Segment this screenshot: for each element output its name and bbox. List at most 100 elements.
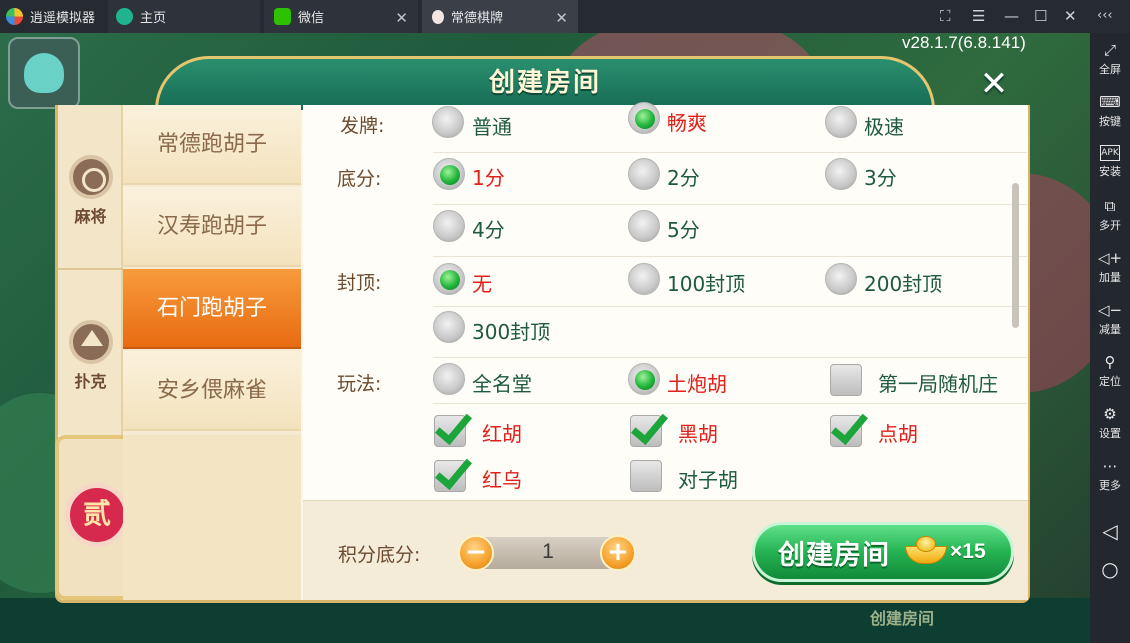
back-icon[interactable]: ◁ xyxy=(1090,519,1130,543)
sidebar-item-label: 更多 xyxy=(1099,479,1121,492)
spade-medal-icon xyxy=(68,320,113,364)
duizihu-checkbox[interactable] xyxy=(630,460,662,492)
options-scrollbar[interactable] xyxy=(1012,183,1019,328)
sidebar-item-settings[interactable]: ⚙ 设置 xyxy=(1090,405,1130,441)
base-score-label: 底分: xyxy=(337,168,382,190)
game-item-hanshou[interactable]: 汉寿跑胡子 xyxy=(123,187,301,267)
app-brand[interactable]: 逍遥模拟器 xyxy=(6,0,95,33)
sidebar-item-location[interactable]: ⚲ 定位 xyxy=(1090,353,1130,389)
honghu-text[interactable]: 红胡 xyxy=(482,418,522,447)
close-dialog-button[interactable]: ✕ xyxy=(974,64,1014,104)
options-panel xyxy=(303,105,1028,500)
cap-100-text[interactable]: 100封顶 xyxy=(667,268,745,297)
score-3-text[interactable]: 3分 xyxy=(864,162,897,191)
menu-icon[interactable]: ☰ xyxy=(972,7,985,25)
minus-icon: − xyxy=(465,537,487,567)
cap-none-text[interactable]: 无 xyxy=(472,268,492,297)
score-5-radio[interactable] xyxy=(628,210,660,242)
game-list: 常德跑胡子 汉寿跑胡子 石门跑胡子 安乡偎麻雀 xyxy=(123,105,301,600)
random-dealer-checkbox[interactable] xyxy=(830,364,862,396)
play-tupaohu-text[interactable]: 土炮胡 xyxy=(667,368,727,397)
sidebar-item-fullscreen[interactable]: ⤢ 全屏 xyxy=(1090,41,1130,77)
dianhu-text[interactable]: 点胡 xyxy=(878,418,918,447)
random-dealer-text[interactable]: 第一局随机庄 xyxy=(878,368,998,397)
cap-100-radio[interactable] xyxy=(628,263,660,295)
emulator-titlebar: 逍遥模拟器 主页 微信 ✕ 常德棋牌 ✕ ⛶ ☰ — ☐ ✕ ‹‹‹ xyxy=(0,0,1130,33)
cap-none-radio[interactable] xyxy=(433,263,465,295)
sidebar-item-label: 按键 xyxy=(1099,115,1121,128)
score-3-radio[interactable] xyxy=(825,158,857,190)
sidebar-item-more[interactable]: ⋯ 更多 xyxy=(1090,457,1130,493)
sidebar-item-label: 加量 xyxy=(1099,271,1121,284)
volume-up-icon: ◁+ xyxy=(1097,249,1123,267)
deal-smooth-text[interactable]: 畅爽 xyxy=(667,107,707,136)
category-mahjong[interactable]: 麻将 xyxy=(68,155,113,227)
dianhu-checkbox[interactable] xyxy=(830,415,862,447)
score-1-radio[interactable] xyxy=(433,158,465,190)
deal-normal-text[interactable]: 普通 xyxy=(472,111,512,140)
cap-300-text[interactable]: 300封顶 xyxy=(472,316,550,345)
score-plus-button[interactable]: + xyxy=(600,535,636,571)
category-poker[interactable]: 扑克 xyxy=(68,320,113,392)
sidebar-item-volume-down[interactable]: ◁− 减量 xyxy=(1090,301,1130,337)
sidebar-item-label: 安装 xyxy=(1099,165,1121,178)
close-icon[interactable]: ✕ xyxy=(1064,7,1077,25)
sidebar-item-install[interactable]: APK 安装 xyxy=(1090,145,1130,179)
score-2-text[interactable]: 2分 xyxy=(667,162,700,191)
cap-300-radio[interactable] xyxy=(433,311,465,343)
bottom-create-room-label[interactable]: 创建房间 xyxy=(870,605,934,629)
game-item-anxiang[interactable]: 安乡偎麻雀 xyxy=(123,351,301,431)
game-item-shimen[interactable]: 石门跑胡子 xyxy=(123,269,301,349)
score-stepper-label: 积分底分: xyxy=(338,544,421,566)
heihu-checkbox[interactable] xyxy=(630,415,662,447)
close-tab-icon[interactable]: ✕ xyxy=(555,9,568,27)
deal-normal-radio[interactable] xyxy=(432,106,464,138)
emulator-logo-icon xyxy=(6,8,23,25)
hongwu-checkbox[interactable] xyxy=(434,460,466,492)
cap-200-radio[interactable] xyxy=(825,263,857,295)
tab-wechat[interactable]: 微信 ✕ xyxy=(264,0,418,33)
room-cost: ×15 xyxy=(950,540,986,563)
apk-icon: APK xyxy=(1100,145,1120,161)
score-2-radio[interactable] xyxy=(628,158,660,190)
score-5-text[interactable]: 5分 xyxy=(667,214,700,243)
fullscreen-icon[interactable]: ⛶ xyxy=(940,7,951,25)
maximize-icon[interactable]: ☐ xyxy=(1034,7,1047,25)
play-quanmingtang-radio[interactable] xyxy=(433,363,465,395)
sidebar-item-keys[interactable]: ⌨ 按键 xyxy=(1090,93,1130,129)
mahjong-medal-icon xyxy=(68,155,113,199)
play-quanmingtang-text[interactable]: 全名堂 xyxy=(472,368,532,397)
category-divider xyxy=(58,268,123,270)
heihu-text[interactable]: 黑胡 xyxy=(678,418,718,447)
create-room-button-label[interactable]: 创建房间 xyxy=(778,533,890,572)
avatar[interactable] xyxy=(8,37,80,109)
duizihu-text[interactable]: 对子胡 xyxy=(678,464,738,493)
tab-home[interactable]: 主页 xyxy=(108,0,260,33)
tab-game[interactable]: 常德棋牌 ✕ xyxy=(422,0,578,33)
sidebar-item-multi[interactable]: ⧉ 多开 xyxy=(1090,197,1130,233)
cap-200-text[interactable]: 200封顶 xyxy=(864,268,942,297)
sidebar-item-volume-up[interactable]: ◁+ 加量 xyxy=(1090,249,1130,285)
fullscreen-icon: ⤢ xyxy=(1103,41,1116,59)
collapse-icon[interactable]: ‹‹‹ xyxy=(1097,8,1113,23)
deal-fast-text[interactable]: 极速 xyxy=(864,111,904,140)
score-4-text[interactable]: 4分 xyxy=(472,214,505,243)
score-1-text[interactable]: 1分 xyxy=(472,162,505,191)
sidebar-item-label: 定位 xyxy=(1099,375,1121,388)
deal-smooth-radio[interactable] xyxy=(628,102,660,134)
more-icon: ⋯ xyxy=(1102,457,1118,475)
home-icon[interactable]: ○ xyxy=(1090,557,1130,581)
play-tupaohu-radio[interactable] xyxy=(628,363,660,395)
score-4-radio[interactable] xyxy=(433,210,465,242)
deal-fast-radio[interactable] xyxy=(825,106,857,138)
multi-instance-icon: ⧉ xyxy=(1104,197,1116,215)
close-tab-icon[interactable]: ✕ xyxy=(395,9,408,27)
tab-label: 微信 xyxy=(298,11,325,26)
minimize-icon[interactable]: — xyxy=(1004,7,1019,25)
score-minus-button[interactable]: − xyxy=(458,535,494,571)
game-item-changde[interactable]: 常德跑胡子 xyxy=(123,105,301,185)
location-icon: ⚲ xyxy=(1104,353,1116,371)
honghu-checkbox[interactable] xyxy=(434,415,466,447)
plus-icon: + xyxy=(607,537,629,567)
hongwu-text[interactable]: 红乌 xyxy=(482,464,522,493)
